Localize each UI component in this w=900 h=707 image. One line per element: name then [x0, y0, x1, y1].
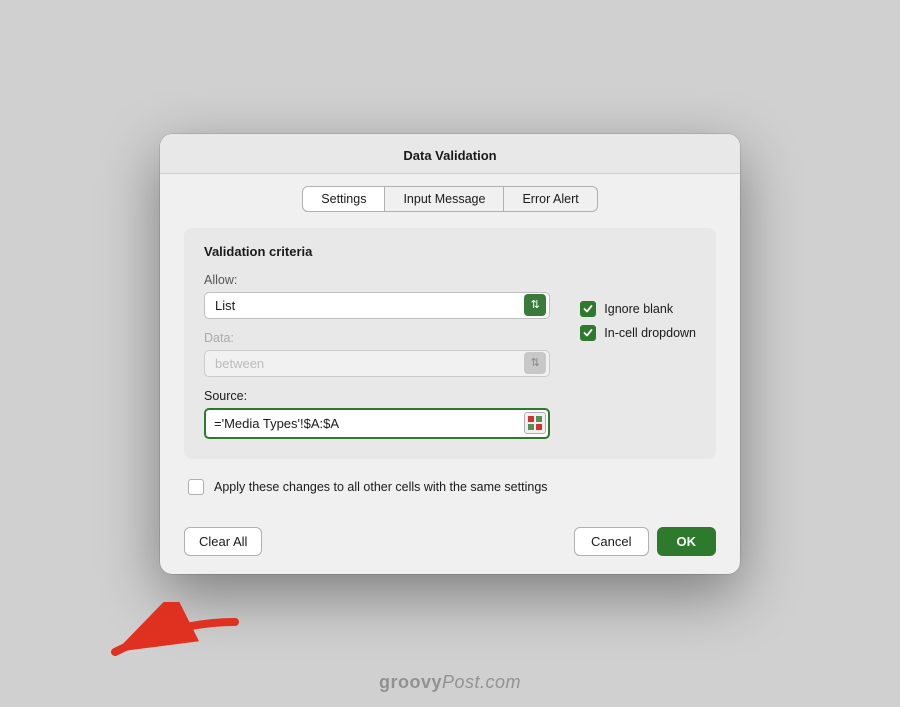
allow-label: Allow: — [204, 273, 550, 287]
arrow-icon — [95, 602, 255, 682]
dialog-body: Validation criteria Allow: List ⇅ — [160, 212, 740, 515]
form-left: Allow: List ⇅ Data: between — [204, 273, 550, 439]
tabs-row: Settings Input Message Error Alert — [160, 174, 740, 212]
ok-button[interactable]: OK — [657, 527, 717, 556]
watermark: groovyPost.com — [379, 672, 521, 693]
dialog-title: Data Validation — [403, 148, 496, 163]
allow-select-wrapper: List ⇅ — [204, 292, 550, 319]
apply-row: Apply these changes to all other cells w… — [184, 479, 716, 495]
grid-icon — [528, 416, 542, 430]
source-label: Source: — [204, 389, 550, 403]
tab-error-alert[interactable]: Error Alert — [504, 186, 597, 212]
form-right: Ignore blank In-cell dropdown — [580, 273, 696, 341]
ignore-blank-checkbox[interactable] — [580, 301, 596, 317]
ignore-blank-label: Ignore blank — [604, 302, 673, 316]
source-input-wrapper — [204, 408, 550, 439]
source-input[interactable] — [204, 408, 550, 439]
dialog-titlebar: Data Validation — [160, 134, 740, 174]
data-validation-dialog: Data Validation Settings Input Message E… — [160, 134, 740, 574]
apply-text: Apply these changes to all other cells w… — [214, 480, 548, 494]
checkmark-icon-2 — [583, 328, 593, 338]
allow-select[interactable]: List — [204, 292, 550, 319]
cancel-button[interactable]: Cancel — [574, 527, 648, 556]
tab-input-message[interactable]: Input Message — [385, 186, 504, 212]
apply-checkbox[interactable] — [188, 479, 204, 495]
ignore-blank-row: Ignore blank — [580, 301, 696, 317]
section-title: Validation criteria — [204, 244, 696, 259]
data-label: Data: — [204, 331, 550, 345]
arrow-container — [95, 602, 255, 685]
clear-all-button[interactable]: Clear All — [184, 527, 262, 556]
tab-settings[interactable]: Settings — [302, 186, 385, 212]
checkmark-icon — [583, 304, 593, 314]
data-select[interactable]: between — [204, 350, 550, 377]
right-buttons: Cancel OK — [574, 527, 716, 556]
bottom-row: Clear All Cancel OK — [160, 515, 740, 574]
in-cell-dropdown-checkbox[interactable] — [580, 325, 596, 341]
in-cell-dropdown-row: In-cell dropdown — [580, 325, 696, 341]
in-cell-dropdown-label: In-cell dropdown — [604, 326, 696, 340]
data-select-wrapper: between ⇅ — [204, 350, 550, 377]
form-row: Allow: List ⇅ Data: between — [204, 273, 696, 439]
source-collapse-button[interactable] — [524, 412, 546, 434]
content-panel: Validation criteria Allow: List ⇅ — [184, 228, 716, 459]
